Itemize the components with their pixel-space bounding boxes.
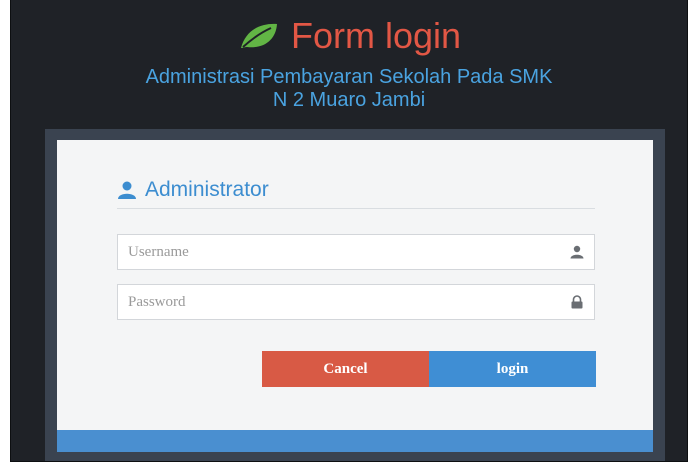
- subtitle-line-2: N 2 Muaro Jambi: [272, 89, 426, 111]
- panel-title: Administrator: [145, 178, 269, 201]
- login-page: Form login Administrasi Pembayaran Sekol…: [10, 0, 688, 462]
- user-icon: [570, 245, 584, 259]
- page-title: Form login: [290, 15, 462, 56]
- user-icon: [118, 181, 136, 199]
- username-field: [117, 234, 595, 270]
- title-row: Form login: [11, 16, 687, 56]
- lock-icon: [571, 295, 583, 309]
- leaf-icon: [240, 23, 277, 48]
- panel-footer: [57, 430, 653, 452]
- password-input[interactable]: [118, 285, 558, 319]
- username-input[interactable]: [118, 235, 558, 269]
- password-field: [117, 284, 595, 320]
- page-subtitle: Administrasi Pembayaran Sekolah Pada SMK…: [41, 66, 657, 112]
- cancel-button[interactable]: Cancel: [262, 351, 429, 387]
- panel-header: Administrator: [117, 172, 595, 209]
- login-panel: Administrator Cancel login: [57, 140, 653, 430]
- subtitle-line-1: Administrasi Pembayaran Sekolah Pada SMK: [145, 66, 553, 88]
- login-button[interactable]: login: [429, 351, 596, 387]
